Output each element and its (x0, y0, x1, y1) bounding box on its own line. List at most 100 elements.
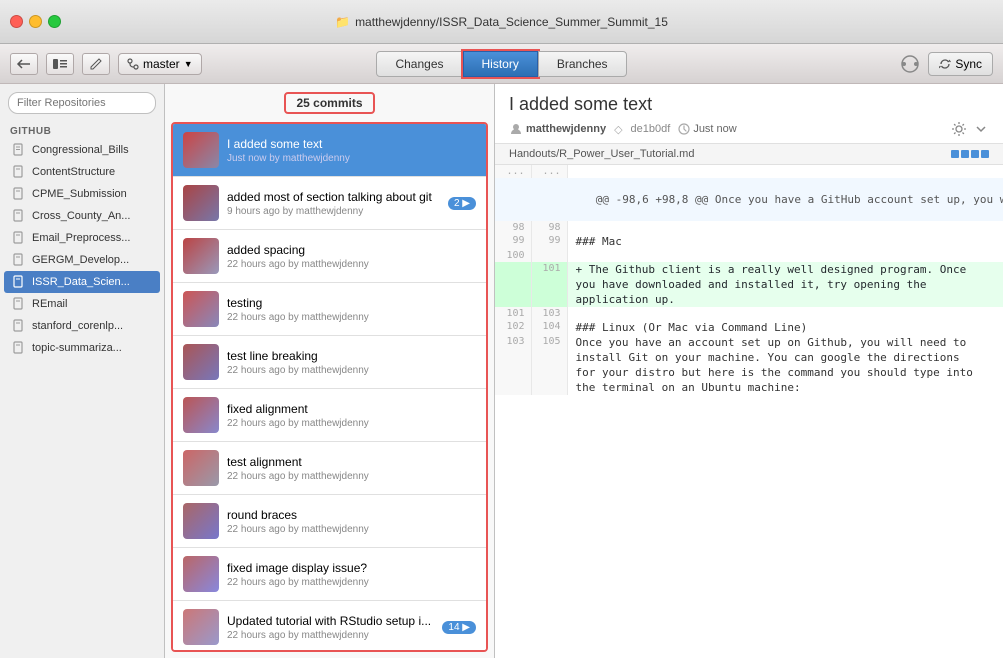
commit-item-7[interactable]: test alignment 22 hours ago by matthewjd… (173, 442, 486, 495)
title-bar: 📁 matthewjdenny/ISSR_Data_Science_Summer… (0, 0, 1003, 44)
file-path-bar: Handouts/R_Power_User_Tutorial.md (495, 144, 1003, 165)
sidebar-item-content-label: ContentStructure (32, 166, 115, 178)
tab-changes[interactable]: Changes (376, 51, 462, 77)
commit-item-1[interactable]: I added some text Just now by matthewjde… (173, 124, 486, 177)
line-code-103 (567, 307, 1003, 320)
commits-panel: 25 commits I added some text Just now by… (165, 84, 495, 658)
expander-dot-2 (961, 150, 969, 158)
commit-info-3: added spacing 22 hours ago by matthewjde… (227, 243, 476, 270)
commit-meta-8: 22 hours ago by matthewjdenny (227, 524, 476, 535)
branch-chevron-icon: ▼ (184, 59, 193, 69)
chevron-down-icon[interactable] (973, 121, 989, 137)
diff-row-added-101c: application up. (495, 292, 1003, 307)
line-code-98 (567, 221, 1003, 234)
commit-item-5[interactable]: test line breaking 22 hours ago by matth… (173, 336, 486, 389)
commit-info-4: testing 22 hours ago by matthewjdenny (227, 296, 476, 323)
commits-list[interactable]: I added some text Just now by matthewjde… (171, 122, 488, 652)
expander-dot-3 (971, 150, 979, 158)
commit-meta-10: 22 hours ago by matthewjdenny (227, 630, 434, 641)
gear-icon[interactable] (951, 121, 967, 137)
commit-info-7: test alignment 22 hours ago by matthewjd… (227, 455, 476, 482)
avatar-1 (183, 132, 219, 168)
commit-item-6[interactable]: fixed alignment 22 hours ago by matthewj… (173, 389, 486, 442)
commit-badge-2: 2 ▶ (448, 197, 476, 210)
line-num-l-98: 98 (495, 221, 531, 234)
diff-header: I added some text matthewjdenny ◇ de1b0d… (495, 84, 1003, 144)
sidebar-item-congressional[interactable]: Congressional_Bills (4, 139, 160, 161)
diff-row-98: 98 98 (495, 221, 1003, 234)
commit-info-8: round braces 22 hours ago by matthewjden… (227, 508, 476, 535)
commit-message-1: I added some text (227, 137, 476, 151)
sidebar-item-issr[interactable]: ISSR_Data_Scien... (4, 271, 160, 293)
diff-row-100: 100 (495, 249, 1003, 262)
commit-info-6: fixed alignment 22 hours ago by matthewj… (227, 402, 476, 429)
avatar-6 (183, 397, 219, 433)
line-code-100 (567, 249, 1003, 262)
sidebar-item-issr-label: ISSR_Data_Scien... (32, 276, 130, 288)
sidebar-item-email[interactable]: Email_Preprocess... (4, 227, 160, 249)
commits-count-badge: 25 commits (284, 92, 374, 114)
close-button[interactable] (10, 15, 23, 28)
repo-icon (12, 341, 26, 355)
file-expander[interactable] (951, 150, 989, 158)
commit-message-10: Updated tutorial with RStudio setup i... (227, 614, 434, 628)
line-num-r-104: 104 (531, 320, 567, 335)
sidebar-item-stanford[interactable]: stanford_corenlp... (4, 315, 160, 337)
commit-meta-7: 22 hours ago by matthewjdenny (227, 471, 476, 482)
line-num-l-c3 (495, 380, 531, 395)
repo-icon (12, 143, 26, 157)
line-num-r: ... (531, 165, 567, 178)
sync-label: Sync (955, 57, 982, 71)
avatar-3 (183, 238, 219, 274)
sidebar-item-cross[interactable]: Cross_County_An... (4, 205, 160, 227)
sidebar-item-content[interactable]: ContentStructure (4, 161, 160, 183)
line-num-l-99: 99 (495, 234, 531, 249)
filter-input[interactable] (8, 92, 156, 114)
branch-label: master (143, 57, 180, 71)
commit-info-10: Updated tutorial with RStudio setup i...… (227, 614, 434, 641)
commit-badge-10: 14 ▶ (442, 621, 476, 634)
commit-item-10[interactable]: Updated tutorial with RStudio setup i...… (173, 601, 486, 652)
line-num-l-103: 103 (495, 335, 531, 350)
toolbar: master ▼ Changes History Branches Sync (0, 44, 1003, 84)
commit-meta-4: 22 hours ago by matthewjdenny (227, 312, 476, 323)
tab-history[interactable]: History (463, 51, 538, 77)
avatar-10 (183, 609, 219, 645)
sidebar-toggle-button[interactable] (46, 53, 74, 75)
commit-item-2[interactable]: added most of section talking about git … (173, 177, 486, 230)
window-title-area: 📁 matthewjdenny/ISSR_Data_Science_Summer… (335, 15, 668, 29)
commit-item-8[interactable]: round braces 22 hours ago by matthewjden… (173, 495, 486, 548)
repo-icon (12, 275, 26, 289)
commit-item-4[interactable]: testing 22 hours ago by matthewjdenny (173, 283, 486, 336)
commit-item-3[interactable]: added spacing 22 hours ago by matthewjde… (173, 230, 486, 283)
diff-meta: matthewjdenny ◇ de1b0df Just now (509, 121, 989, 137)
commit-message-8: round braces (227, 508, 476, 522)
line-code-101c: application up. (567, 292, 1003, 307)
clock-icon (678, 123, 690, 135)
line-num-r-98: 98 (531, 221, 567, 234)
commit-item-9[interactable]: fixed image display issue? 22 hours ago … (173, 548, 486, 601)
tab-branches[interactable]: Branches (538, 51, 627, 77)
commit-meta-2: 9 hours ago by matthewjdenny (227, 206, 440, 217)
maximize-button[interactable] (48, 15, 61, 28)
commit-message-3: added spacing (227, 243, 476, 257)
line-num-l-102: 102 (495, 320, 531, 335)
sidebar-item-remail[interactable]: REmail (4, 293, 160, 315)
line-num-l-100: 100 (495, 249, 531, 262)
edit-button[interactable] (82, 53, 110, 75)
sidebar-item-topic[interactable]: topic-summariza... (4, 337, 160, 359)
sync-button[interactable]: Sync (928, 52, 993, 76)
diff-row-header: @@ -98,6 +98,8 @@ Once you have a GitHub… (495, 178, 1003, 221)
diff-author-name: matthewjdenny (526, 123, 606, 135)
repo-icon (12, 319, 26, 333)
sidebar-item-gergm[interactable]: GERGM_Develop... (4, 249, 160, 271)
minimize-button[interactable] (29, 15, 42, 28)
diff-row-102: 102 104 ### Linux (Or Mac via Command Li… (495, 320, 1003, 335)
diff-row-cont2: for your distro but here is the command … (495, 365, 1003, 380)
sidebar-item-cpme[interactable]: CPME_Submission (4, 183, 160, 205)
line-num-r-101b (531, 277, 567, 292)
branch-selector[interactable]: master ▼ (118, 53, 202, 75)
traffic-lights (10, 15, 61, 28)
line-num-r-c3 (531, 380, 567, 395)
back-forward-button[interactable] (10, 53, 38, 75)
